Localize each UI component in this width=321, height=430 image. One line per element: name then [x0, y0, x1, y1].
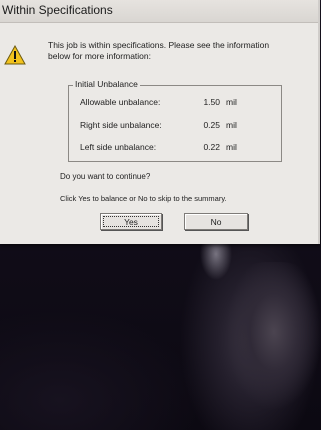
- initial-unbalance-group: Initial Unbalance Allowable unbalance: 1…: [68, 79, 282, 162]
- row-unit: mil: [226, 142, 237, 152]
- row-label: Allowable unbalance:: [80, 97, 161, 107]
- instruction-text: Click Yes to balance or No to skip to th…: [60, 194, 227, 203]
- dialog-message: This job is within specifications. Pleas…: [48, 40, 320, 62]
- row-value: 0.22: [203, 142, 220, 152]
- right-side-unbalance-row: Right side unbalance: 0.25 mil: [69, 120, 281, 132]
- row-label: Right side unbalance:: [80, 120, 162, 130]
- row-value: 1.50: [203, 97, 220, 107]
- continue-question: Do you want to continue?: [60, 172, 151, 181]
- dialog-title: Within Specifications: [2, 3, 113, 17]
- row-value: 0.25: [203, 120, 220, 130]
- dialog-titlebar: Within Specifications: [0, 0, 318, 23]
- row-label: Left side unbalance:: [80, 142, 157, 152]
- thumb-in-photo: [226, 262, 321, 430]
- within-specifications-dialog: Within Specifications This job is within…: [0, 0, 320, 244]
- row-unit: mil: [226, 120, 237, 130]
- group-title: Initial Unbalance: [73, 79, 140, 89]
- message-line-2: below for more information:: [48, 51, 151, 61]
- yes-button[interactable]: Yes: [100, 213, 162, 230]
- row-unit: mil: [226, 97, 237, 107]
- no-button[interactable]: No: [184, 213, 248, 230]
- left-side-unbalance-row: Left side unbalance: 0.22 mil: [69, 142, 281, 154]
- message-line-1: This job is within specifications. Pleas…: [48, 40, 270, 50]
- allowable-unbalance-row: Allowable unbalance: 1.50 mil: [69, 97, 281, 109]
- warning-icon: [4, 44, 26, 65]
